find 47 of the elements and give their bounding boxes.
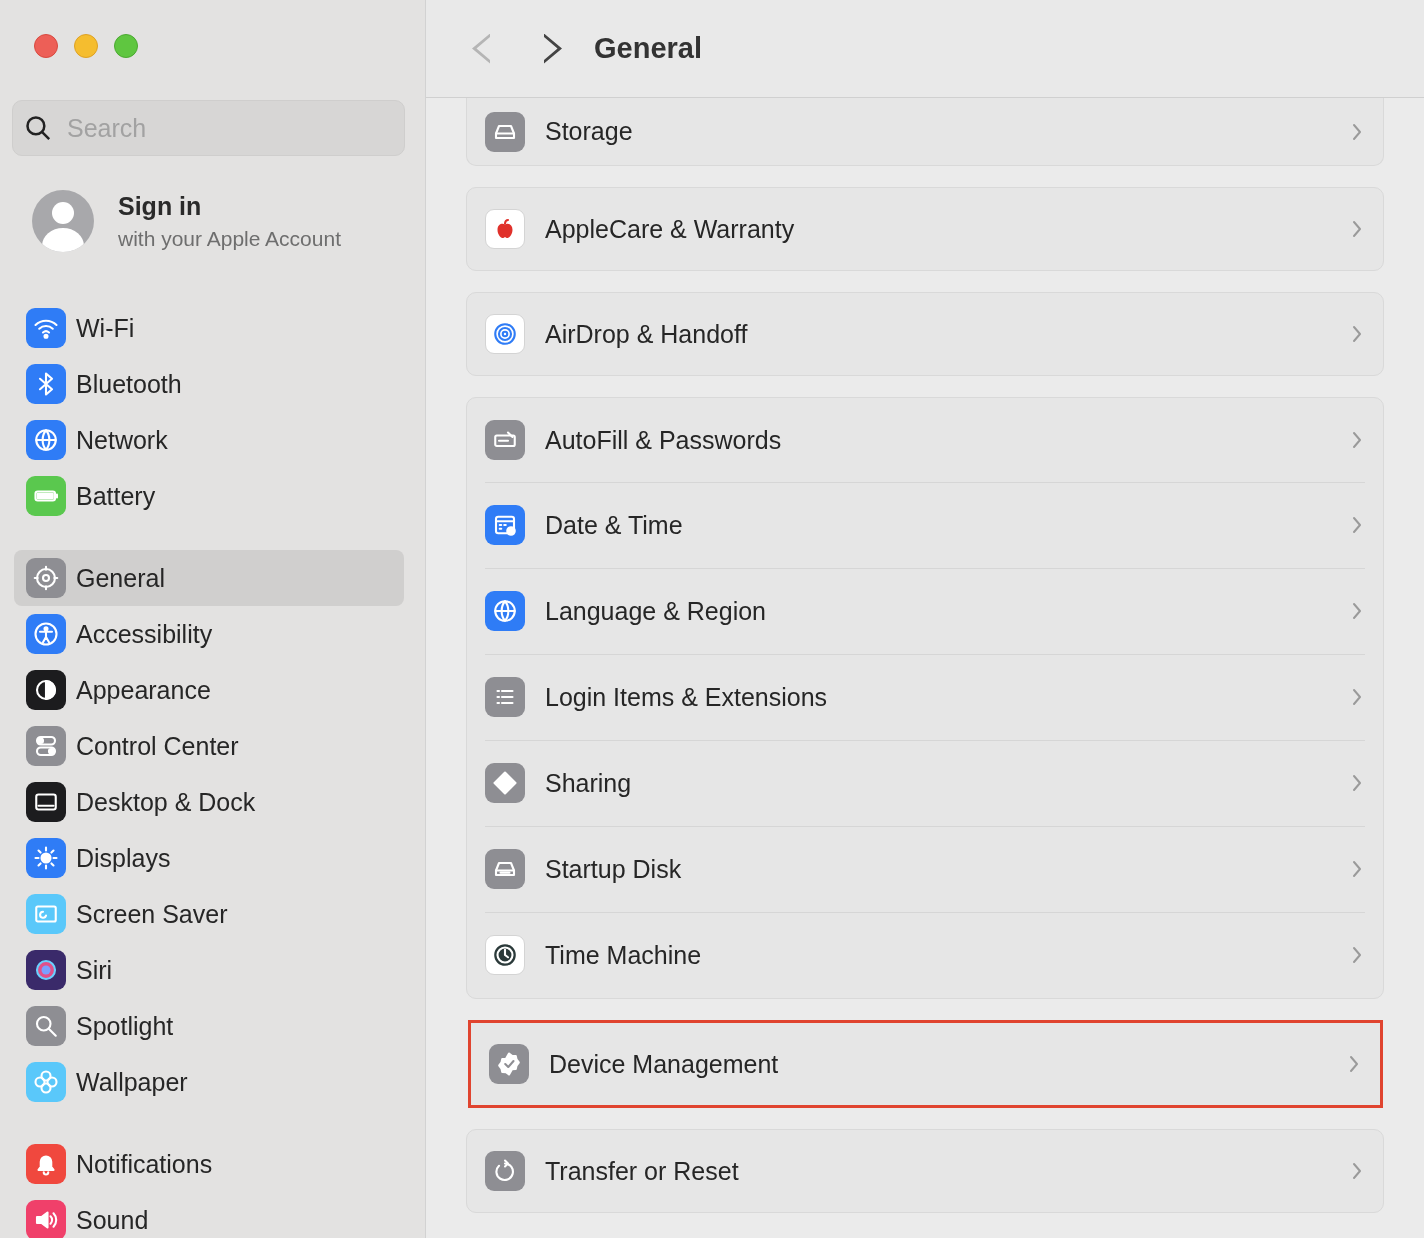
- close-button[interactable]: [34, 34, 58, 58]
- settings-row[interactable]: Storage: [467, 98, 1383, 165]
- chevron-icon: [1351, 945, 1363, 965]
- settings-row[interactable]: Transfer or Reset: [467, 1130, 1383, 1212]
- settings-row[interactable]: Login Items & Extensions: [467, 654, 1383, 740]
- account-title[interactable]: Sign in: [118, 191, 341, 221]
- chevron-icon: [1351, 773, 1363, 793]
- chevron-icon: [1351, 430, 1363, 450]
- sidebar-item[interactable]: Wi-Fi: [14, 300, 404, 356]
- sidebar-item[interactable]: Spotlight: [14, 998, 404, 1054]
- settings-row[interactable]: AppleCare & Warranty: [467, 188, 1383, 270]
- settings-row[interactable]: Sharing: [467, 740, 1383, 826]
- sidebar-item[interactable]: Control Center: [14, 718, 404, 774]
- sidebar-item[interactable]: Displays: [14, 830, 404, 886]
- chevron-icon: [1351, 601, 1363, 621]
- chevron-icon: [1351, 687, 1363, 707]
- chevron-icon: [1351, 515, 1363, 535]
- chevron-icon: [1351, 121, 1363, 142]
- sidebar-item[interactable]: Network: [14, 412, 404, 468]
- zoom-button[interactable]: [114, 34, 138, 58]
- settings-row[interactable]: Device Management: [471, 1023, 1380, 1105]
- sidebar-item[interactable]: Desktop & Dock: [14, 774, 404, 830]
- settings-row[interactable]: Time Machine: [467, 912, 1383, 998]
- sidebar-item[interactable]: Sound: [14, 1192, 404, 1238]
- chevron-icon: [1351, 219, 1363, 239]
- sidebar-item[interactable]: Notifications: [14, 1136, 404, 1192]
- sidebar-item[interactable]: Accessibility: [14, 606, 404, 662]
- search-icon: [24, 114, 52, 142]
- settings-row[interactable]: AutoFill & Passwords: [467, 398, 1383, 482]
- chevron-icon: [1351, 324, 1363, 344]
- settings-row[interactable]: Language & Region: [467, 568, 1383, 654]
- chevron-icon: [1351, 1161, 1363, 1181]
- settings-row[interactable]: Date & Time: [467, 482, 1383, 568]
- sidebar-item[interactable]: General: [14, 550, 404, 606]
- chevron-icon: [1351, 859, 1363, 879]
- sidebar-item[interactable]: Bluetooth: [14, 356, 404, 412]
- sidebar-item[interactable]: Battery: [14, 468, 404, 524]
- sidebar-item[interactable]: Appearance: [14, 662, 404, 718]
- window-title: General: [594, 32, 702, 65]
- chevron-icon: [1348, 1054, 1360, 1074]
- sidebar-item[interactable]: Screen Saver: [14, 886, 404, 942]
- sidebar-item[interactable]: Siri: [14, 942, 404, 998]
- settings-row[interactable]: Startup Disk: [467, 826, 1383, 912]
- sidebar-item[interactable]: Wallpaper: [14, 1054, 404, 1110]
- account-subtitle: with your Apple Account: [118, 226, 341, 251]
- settings-row[interactable]: AirDrop & Handoff: [467, 293, 1383, 375]
- minimize-button[interactable]: [74, 34, 98, 58]
